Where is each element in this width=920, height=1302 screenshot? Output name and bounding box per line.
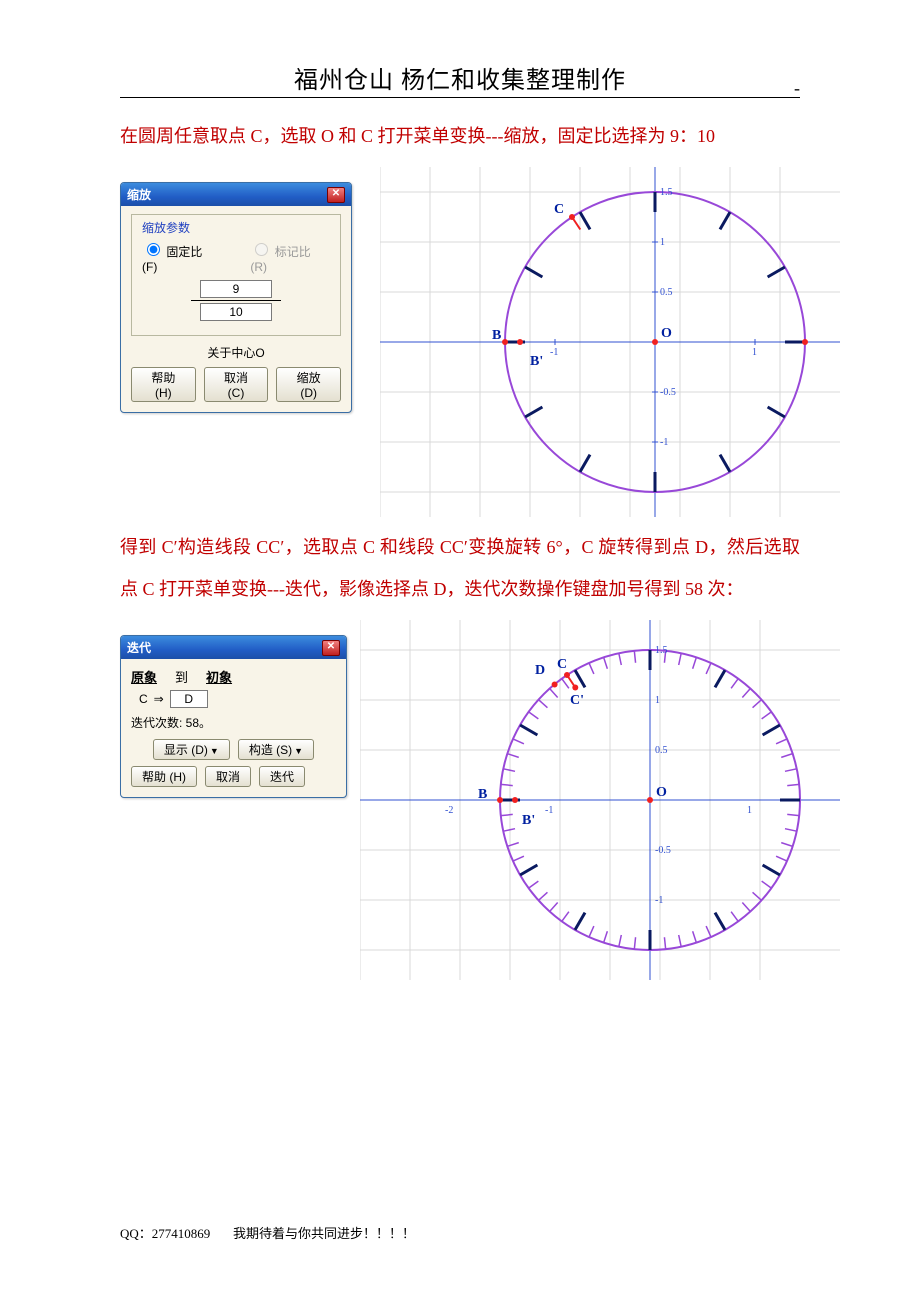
x-tick: -1 (550, 347, 558, 358)
chevron-down-icon: ▼ (210, 746, 219, 756)
footer-slogan: 我期待着与你共同进步！！！！ (233, 1226, 415, 1241)
label-O: O (656, 785, 667, 800)
radio-fixed-ratio[interactable]: 固定比 (F) (142, 240, 220, 274)
header-rule (120, 97, 800, 98)
label-C: C (557, 657, 567, 672)
x-tick: -1 (545, 805, 553, 816)
y-tick: 1.5 (660, 187, 673, 198)
dialog-titlebar: 缩放 ✕ (121, 183, 351, 206)
help-button[interactable]: 帮助 (H) (131, 367, 196, 402)
y-tick: -1 (660, 437, 668, 448)
plot-2: D C C' B B' O 1.5 1 0.5 -0.5 -1 -3 -2 -1… (360, 620, 840, 980)
paragraph-2: 得到 C′构造线段 CC′，选取点 C 和线段 CC′变换旋转 6°，C 旋转得… (120, 527, 800, 610)
help-button[interactable]: 帮助 (H) (131, 766, 197, 787)
y-tick: 0.5 (655, 745, 668, 756)
about-center-label: 关于中心O (131, 344, 341, 361)
y-tick: 1 (655, 695, 660, 706)
label-Bprime: B' (522, 813, 535, 828)
y-tick: 1.5 (655, 645, 668, 656)
chevron-down-icon: ▼ (294, 746, 303, 756)
target-input[interactable] (170, 690, 208, 708)
label-B: B (478, 787, 487, 802)
x-tick: 1 (752, 347, 757, 358)
footer-qq: QQ：277410869 (120, 1226, 210, 1241)
col-arrow: 到 (175, 667, 188, 686)
dialog-title: 缩放 (127, 186, 151, 203)
label-Cprime: C' (570, 693, 584, 708)
cancel-button[interactable]: 取消 (205, 766, 251, 787)
radio-fixed-input[interactable] (147, 243, 160, 256)
iterate-button[interactable]: 迭代 (259, 766, 305, 787)
y-tick: -1 (655, 895, 663, 906)
iterate-dialog: 迭代 ✕ 原象 到 初象 C ⇒ 迭代次数: 58。 显示 (D)▼ 构造 (S… (120, 635, 347, 798)
label-B: B (492, 328, 501, 343)
x-tick: -2 (445, 805, 453, 816)
denominator-input[interactable] (200, 303, 272, 321)
iterate-header-row: 原象 到 初象 (131, 667, 336, 686)
arrow-icon: ⇒ (154, 692, 164, 706)
page-title: 福州仓山 杨仁和收集整理制作 (120, 60, 800, 95)
fraction-bar (191, 300, 281, 301)
plot-1: C B B' O 1.5 1 0.5 -0.5 -1 -1 1 (380, 167, 840, 517)
footer: QQ：277410869 我期待着与你共同进步！！！！ (120, 1223, 415, 1242)
construct-dropdown[interactable]: 构造 (S)▼ (238, 739, 314, 760)
scale-params-group: 缩放参数 固定比 (F) 标记比 (R) (131, 214, 341, 336)
col-to: 初象 (206, 667, 232, 686)
dialog-titlebar: 迭代 ✕ (121, 636, 346, 659)
x-tick: 1 (747, 805, 752, 816)
y-tick: 0.5 (660, 287, 673, 298)
scale-button[interactable]: 缩放 (D) (276, 367, 341, 402)
y-tick: -0.5 (660, 387, 676, 398)
dash: - (794, 78, 800, 99)
col-from: 原象 (131, 667, 157, 686)
radio-marked-input (255, 243, 268, 256)
label-O: O (661, 326, 672, 341)
label-Bprime: B' (530, 354, 543, 369)
y-tick: -0.5 (655, 845, 671, 856)
close-icon[interactable]: ✕ (327, 187, 345, 203)
label-D: D (535, 663, 545, 678)
scale-dialog: 缩放 ✕ 缩放参数 固定比 (F) 标记比 (R) (120, 182, 352, 413)
dialog-title: 迭代 (127, 639, 151, 656)
numerator-input[interactable] (200, 280, 272, 298)
cancel-button[interactable]: 取消 (C) (204, 367, 269, 402)
radio-marked-ratio: 标记比 (R) (250, 240, 330, 274)
close-icon[interactable]: ✕ (322, 640, 340, 656)
y-tick: 1 (660, 237, 665, 248)
figure-1: 缩放 ✕ 缩放参数 固定比 (F) 标记比 (R) (120, 167, 800, 517)
label-C: C (554, 202, 564, 217)
from-symbol: C (139, 692, 148, 706)
iteration-count-label: 迭代次数: 58。 (131, 714, 336, 731)
group-legend: 缩放参数 (138, 219, 194, 236)
figure-2: 迭代 ✕ 原象 到 初象 C ⇒ 迭代次数: 58。 显示 (D)▼ 构造 (S… (120, 620, 800, 980)
paragraph-1: 在圆周任意取点 C，选取 O 和 C 打开菜单变换---缩放，固定比选择为 9：… (120, 116, 800, 157)
show-dropdown[interactable]: 显示 (D)▼ (153, 739, 230, 760)
